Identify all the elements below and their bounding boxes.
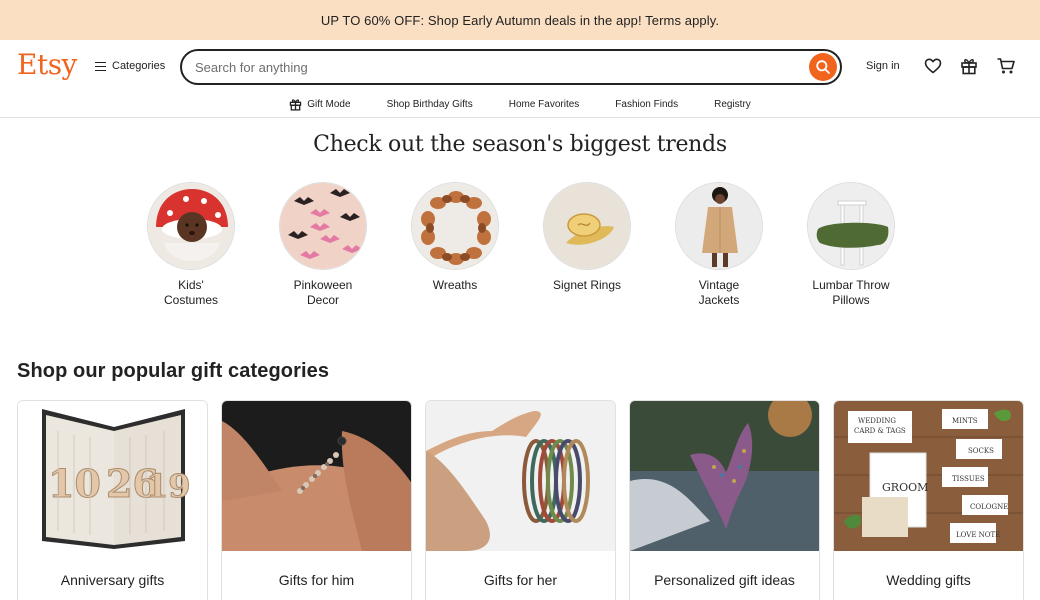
sign-in-link[interactable]: Sign in [866, 60, 900, 72]
subnav-home-favorites[interactable]: Home Favorites [491, 99, 598, 110]
heart-icon [924, 58, 942, 74]
trend-label-line1: Vintage [698, 278, 740, 292]
gift-card-image: 10 26 19 [18, 401, 207, 551]
subnav-birthday-gifts[interactable]: Shop Birthday Gifts [369, 99, 491, 110]
gift-card-label: Gifts for him [278, 572, 355, 588]
trend-wreaths[interactable]: Wreaths [395, 182, 515, 293]
site-header: Etsy Categories Sign in [0, 40, 1040, 92]
search-button[interactable] [809, 53, 837, 81]
svg-text:10: 10 [48, 461, 101, 506]
trend-label-line1: Kids' [178, 278, 204, 292]
subnav-label: Gift Mode [307, 99, 351, 110]
svg-text:CARD & TAGS: CARD & TAGS [854, 427, 906, 435]
trend-image [675, 182, 763, 270]
svg-text:TISSUES: TISSUES [952, 475, 985, 483]
subnav-label: Registry [714, 99, 751, 110]
promo-text: UP TO 60% OFF: Shop Early Autumn deals i… [320, 12, 720, 28]
trend-image [411, 182, 499, 270]
gift-card-label: Personalized gift ideas [654, 572, 795, 588]
gift-card-for-her[interactable]: Gifts for her [425, 400, 616, 600]
trend-pinkoween-decor[interactable]: Pinkoween Decor [263, 182, 383, 308]
trend-lumbar-throw-pillows[interactable]: Lumbar Throw Pillows [791, 182, 911, 308]
gift-categories-list: 10 26 19 Anniversary gifts Gifts for him… [17, 400, 1025, 600]
trend-label-line2: Costumes [163, 293, 219, 307]
svg-text:19: 19 [146, 467, 191, 505]
svg-text:WEDDING: WEDDING [858, 417, 896, 425]
categories-button[interactable]: Categories [95, 60, 181, 72]
search-input[interactable] [195, 59, 775, 75]
subnav-fashion-finds[interactable]: Fashion Finds [597, 99, 696, 110]
svg-text:SOCKS: SOCKS [968, 447, 994, 455]
cart-button[interactable] [995, 55, 1017, 77]
gift-card-anniversary[interactable]: 10 26 19 Anniversary gifts [17, 400, 208, 600]
subnav-gift-mode[interactable]: Gift Mode [271, 98, 368, 111]
promo-banner[interactable]: UP TO 60% OFF: Shop Early Autumn deals i… [0, 0, 1040, 40]
svg-text:COLOGNE: COLOGNE [970, 503, 1008, 511]
trend-image [807, 182, 895, 270]
gift-card-image: WEDDING CARD & TAGS GROOM MINTS SOCKS TISS… [834, 401, 1023, 551]
trend-image [147, 182, 235, 270]
trends-list: Kids' Costumes Pinkoween Decor Wreaths S… [0, 182, 1040, 312]
gift-button[interactable] [958, 55, 980, 77]
gift-card-image [426, 401, 615, 551]
gift-card-wedding[interactable]: WEDDING CARD & TAGS GROOM MINTS SOCKS TISS… [833, 400, 1024, 600]
etsy-logo[interactable]: Etsy [17, 51, 95, 79]
gift-card-label: Gifts for her [483, 572, 558, 588]
trend-image [543, 182, 631, 270]
trend-label-line1: Lumbar Throw [812, 278, 890, 292]
trend-vintage-jackets[interactable]: Vintage Jackets [659, 182, 779, 308]
trend-label-line2: Jackets [698, 293, 740, 307]
trend-kids-costumes[interactable]: Kids' Costumes [131, 182, 251, 308]
categories-label: Categories [112, 60, 166, 72]
subnav-label: Shop Birthday Gifts [386, 99, 473, 110]
trend-image [279, 182, 367, 270]
gift-card-label: Anniversary gifts [60, 572, 165, 588]
trend-label-line1: Pinkoween [293, 278, 353, 292]
gift-card-image [222, 401, 411, 551]
subnav-label: Fashion Finds [615, 99, 679, 110]
trend-label-line2: Pillows [832, 293, 870, 307]
trend-signet-rings[interactable]: Signet Rings [527, 182, 647, 293]
gift-card-personalized[interactable]: Personalized gift ideas [629, 400, 820, 600]
gift-card-image [630, 401, 819, 551]
gift-card-label: Wedding gifts [886, 572, 971, 588]
svg-text:MINTS: MINTS [952, 417, 978, 425]
search-icon [816, 60, 830, 74]
menu-icon [95, 61, 106, 72]
gift-categories-heading: Shop our popular gift categories [17, 360, 330, 382]
cart-icon [997, 58, 1015, 74]
subnav-label: Home Favorites [508, 99, 580, 110]
trend-label-line1: Signet Rings [552, 278, 622, 292]
gift-icon [961, 59, 977, 75]
svg-text:GROOM: GROOM [882, 481, 928, 494]
subnav-registry[interactable]: Registry [696, 99, 769, 110]
sub-navigation: Gift Mode Shop Birthday Gifts Home Favor… [0, 92, 1040, 118]
svg-text:LOVE NOTE: LOVE NOTE [956, 531, 1000, 539]
trend-label-line2: Decor [306, 293, 339, 307]
trends-heading: Check out the season's biggest trends [313, 132, 727, 157]
trend-label-line1: Wreaths [432, 278, 478, 292]
search-bar [180, 49, 842, 85]
gift-icon [289, 99, 302, 111]
gift-card-for-him[interactable]: Gifts for him [221, 400, 412, 600]
favorites-button[interactable] [922, 55, 944, 77]
